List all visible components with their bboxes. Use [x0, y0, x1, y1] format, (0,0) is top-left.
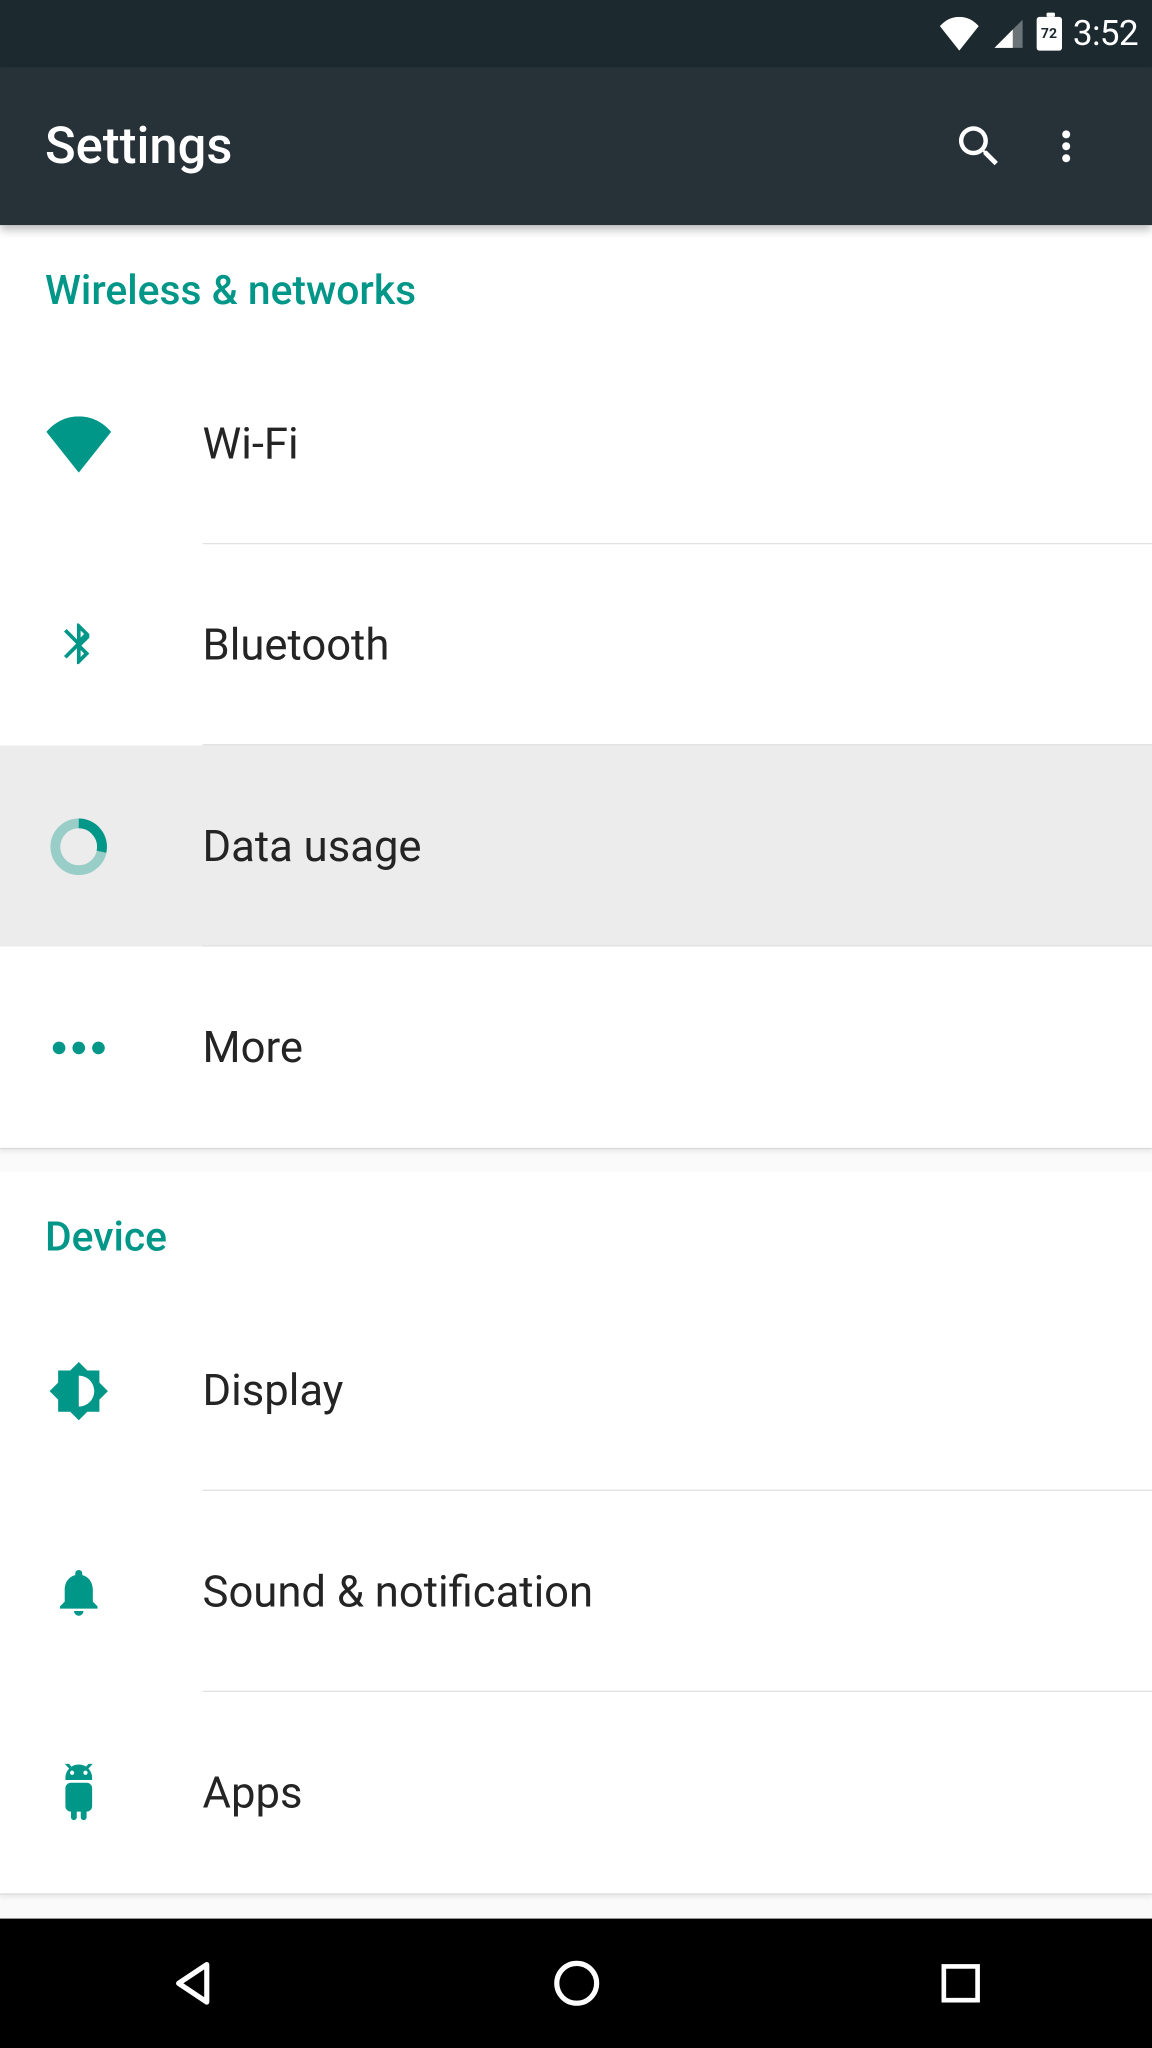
- wifi-status-icon: [938, 17, 980, 51]
- bell-icon: [45, 1558, 113, 1626]
- section-header-device: Device: [0, 1172, 1152, 1290]
- battery-percent: 72: [1036, 17, 1061, 51]
- display-icon: [45, 1357, 113, 1425]
- navigation-bar: [0, 1919, 1152, 2048]
- status-clock: 3:52: [1073, 13, 1138, 54]
- row-apps[interactable]: Apps: [0, 1692, 1152, 1893]
- cell-signal-icon: [991, 17, 1025, 51]
- row-more[interactable]: More: [0, 947, 1152, 1148]
- row-bluetooth[interactable]: Bluetooth: [0, 544, 1152, 745]
- wifi-icon: [45, 410, 113, 478]
- row-label: More: [203, 1021, 303, 1073]
- data-usage-icon: [45, 812, 113, 880]
- home-icon: [548, 1955, 604, 2011]
- row-sound-notification[interactable]: Sound & notification: [0, 1491, 1152, 1692]
- row-label: Bluetooth: [203, 619, 390, 671]
- overflow-menu-button[interactable]: [1023, 103, 1110, 190]
- battery-icon: 72: [1036, 17, 1061, 51]
- nav-back-button[interactable]: [150, 1941, 234, 2025]
- back-icon: [164, 1955, 220, 2011]
- android-icon: [45, 1759, 113, 1827]
- search-icon: [952, 120, 1005, 173]
- recents-icon: [935, 1958, 986, 2009]
- bluetooth-icon: [45, 611, 113, 679]
- section-header-wireless: Wireless & networks: [0, 225, 1152, 343]
- more-vert-icon: [1042, 122, 1090, 170]
- row-label: Sound & notification: [203, 1566, 594, 1618]
- row-label: Data usage: [203, 820, 422, 872]
- row-label: Wi-Fi: [203, 418, 299, 470]
- settings-content[interactable]: Wireless & networks Wi-Fi Bluetooth: [0, 225, 1152, 1919]
- row-label: Display: [203, 1364, 344, 1416]
- nav-recents-button[interactable]: [918, 1941, 1002, 2025]
- app-bar: Settings: [0, 68, 1152, 226]
- status-bar: 72 3:52: [0, 0, 1152, 68]
- row-wifi[interactable]: Wi-Fi: [0, 343, 1152, 544]
- row-label: Apps: [203, 1767, 303, 1819]
- section-wireless-networks: Wireless & networks Wi-Fi Bluetooth: [0, 225, 1152, 1149]
- section-device: Device Display Sound & notification: [0, 1172, 1152, 1895]
- nav-home-button[interactable]: [534, 1941, 618, 2025]
- search-button[interactable]: [935, 103, 1022, 190]
- row-data-usage[interactable]: Data usage: [0, 745, 1152, 946]
- page-title: Settings: [45, 117, 935, 176]
- more-horiz-icon: [45, 1013, 113, 1081]
- row-display[interactable]: Display: [0, 1290, 1152, 1491]
